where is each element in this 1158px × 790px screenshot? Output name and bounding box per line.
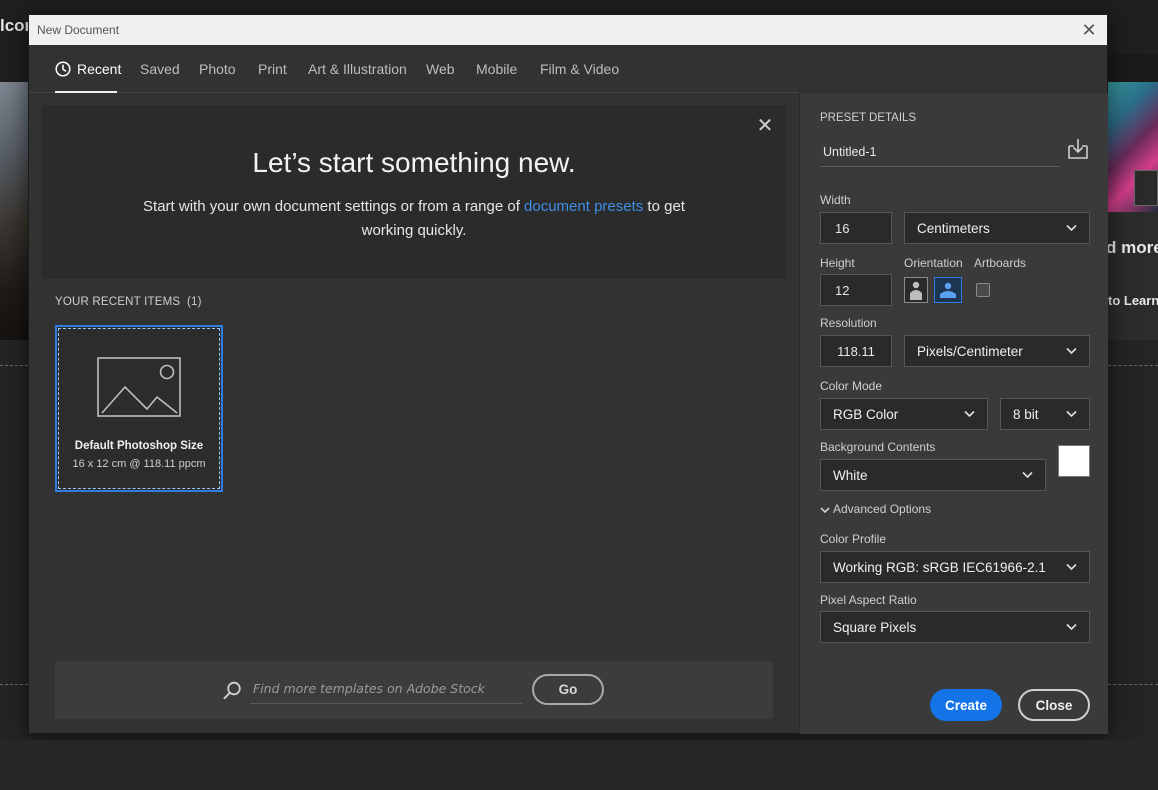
width-input[interactable] [820, 212, 892, 244]
chevron-down-icon [1022, 471, 1033, 479]
tab-photo[interactable]: Photo [199, 61, 236, 77]
height-input[interactable] [820, 274, 892, 306]
background-dashed-line [1108, 684, 1158, 685]
bit-depth-select[interactable]: 8 bit [1000, 398, 1090, 430]
width-unit-value: Centimeters [917, 221, 990, 236]
orientation-label: Orientation [904, 256, 963, 270]
background-contents-label: Background Contents [820, 440, 936, 454]
background-photo-left [0, 82, 28, 340]
background-tool-icons [1134, 170, 1158, 206]
chevron-down-icon [1066, 623, 1077, 631]
chevron-down-icon [1066, 410, 1077, 418]
width-label: Width [820, 193, 851, 207]
chevron-down-icon [820, 507, 830, 514]
tab-art-illustration[interactable]: Art & Illustration [308, 61, 407, 77]
color-profile-select[interactable]: Working RGB: sRGB IEC61966-2.1 [820, 551, 1090, 583]
tab-label: Recent [77, 61, 122, 77]
recent-item-meta: 16 x 12 cm @ 118.11 ppcm [72, 458, 206, 470]
recent-item-card[interactable]: Default Photoshop Size 16 x 12 cm @ 118.… [55, 325, 223, 492]
width-unit-select[interactable]: Centimeters [904, 212, 1090, 244]
advanced-options-label: Advanced Options [833, 502, 932, 516]
resolution-input[interactable] [820, 335, 892, 367]
recent-items-count: (1) [187, 296, 202, 308]
height-label: Height [820, 256, 855, 270]
background-partial-link: to Learn [1108, 293, 1158, 308]
dialog-title: New Document [37, 23, 120, 37]
pixel-aspect-ratio-label: Pixel Aspect Ratio [820, 593, 917, 607]
background-contents-select[interactable]: White [820, 459, 1046, 491]
resolution-unit-select[interactable]: Pixels/Centimeter [904, 335, 1090, 367]
dialog-titlebar[interactable]: New Document ✕ [29, 15, 1107, 45]
dialog-close-icon[interactable]: ✕ [1079, 20, 1099, 40]
resolution-unit-value: Pixels/Centimeter [917, 344, 1023, 359]
preset-details-panel: PRESET DETAILS Width Centimeters Height … [799, 93, 1108, 734]
color-mode-select[interactable]: RGB Color [820, 398, 988, 430]
tab-film-video[interactable]: Film & Video [540, 61, 619, 77]
chevron-down-icon [1066, 563, 1077, 571]
close-button[interactable]: Close [1018, 689, 1090, 721]
chevron-down-icon [1066, 347, 1077, 355]
preset-details-heading: PRESET DETAILS [820, 112, 917, 124]
pixel-aspect-ratio-select[interactable]: Square Pixels [820, 611, 1090, 643]
background-dashed-line [0, 684, 28, 685]
welcome-text: Start with your own document settings or… [142, 195, 686, 243]
chevron-down-icon [1066, 224, 1077, 232]
document-presets-link[interactable]: document presets [524, 198, 643, 215]
close-icon[interactable]: ✕ [756, 116, 774, 136]
artboards-label: Artboards [974, 256, 1027, 270]
welcome-banner: ✕ Let’s start something new. Start with … [42, 105, 786, 279]
recent-items-title: YOUR RECENT ITEMS [55, 296, 181, 308]
go-button[interactable]: Go [532, 674, 604, 705]
tab-mobile[interactable]: Mobile [476, 61, 517, 77]
tab-recent[interactable]: Recent [55, 61, 121, 77]
clock-icon [55, 61, 71, 77]
template-search-input[interactable] [250, 674, 522, 704]
preset-category-tabs: Recent Saved Photo Print Art & Illustrat… [29, 45, 799, 93]
portrait-icon [910, 281, 922, 300]
background-color-swatch[interactable] [1058, 445, 1090, 477]
color-profile-value: Working RGB: sRGB IEC61966-2.1 [833, 560, 1046, 575]
color-profile-label: Color Profile [820, 532, 887, 546]
background-partial-heading: d more [1106, 238, 1158, 257]
pixel-aspect-ratio-value: Square Pixels [833, 620, 917, 635]
background-contents-value: White [833, 468, 868, 483]
create-button[interactable]: Create [930, 689, 1002, 721]
new-document-dialog: New Document ✕ Recent Saved Photo Print … [28, 14, 1108, 734]
color-mode-value: RGB Color [833, 407, 899, 422]
portrait-orientation-button[interactable] [904, 277, 928, 303]
save-preset-icon[interactable] [1067, 138, 1089, 160]
tab-saved[interactable]: Saved [140, 61, 180, 77]
bit-depth-value: 8 bit [1013, 407, 1039, 422]
image-placeholder-icon [97, 357, 181, 417]
chevron-down-icon [964, 410, 975, 418]
recent-pane: ✕ Let’s start something new. Start with … [29, 93, 799, 734]
resolution-label: Resolution [820, 316, 877, 330]
landscape-icon [940, 282, 956, 298]
background-dashed-line [1108, 365, 1158, 366]
search-icon [223, 681, 241, 700]
welcome-text-start: Start with your own document settings or… [143, 198, 525, 215]
tab-print[interactable]: Print [258, 61, 287, 77]
background-panel-right [1108, 212, 1158, 340]
preset-name-field[interactable] [820, 137, 1060, 167]
color-mode-label: Color Mode [820, 379, 883, 393]
artboards-checkbox[interactable] [976, 283, 990, 297]
recent-item-name: Default Photoshop Size [74, 440, 204, 452]
tab-web[interactable]: Web [426, 61, 455, 77]
background-dashed-line [0, 365, 28, 366]
background-app-bottom [0, 740, 1158, 790]
advanced-options-toggle[interactable]: Advanced Options [820, 502, 931, 516]
background-strip [1108, 54, 1158, 82]
landscape-orientation-button[interactable] [934, 277, 962, 303]
template-search-bar: Go [55, 661, 773, 719]
welcome-heading: Let’s start something new. [252, 147, 576, 178]
recent-items-heading: YOUR RECENT ITEMS (1) [55, 296, 202, 308]
